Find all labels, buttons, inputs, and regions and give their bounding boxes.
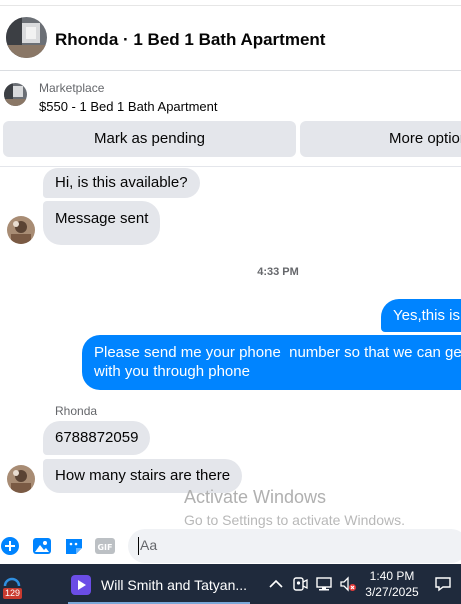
message-input[interactable]: Aa (128, 529, 461, 563)
header-divider (0, 166, 461, 167)
listing-price-title: $550 - 1 Bed 1 Bath Apartment (39, 99, 218, 114)
message-composer: GIF Aa (0, 528, 461, 564)
notification-icon[interactable] (434, 575, 452, 593)
listing-source: Marketplace (39, 81, 105, 95)
conversation-header: Rhonda · 1 Bed 1 Bath Apartment (0, 7, 461, 71)
text-caret (138, 537, 139, 555)
chevron-up-icon[interactable] (267, 575, 285, 593)
listing-thumbnail (4, 83, 27, 106)
incoming-message[interactable]: Hi, is this available? (43, 168, 200, 198)
listing-summary[interactable]: Marketplace $550 - 1 Bed 1 Bath Apartmen… (0, 72, 461, 120)
outgoing-message[interactable]: Yes,this is still available (381, 299, 461, 332)
activate-windows-watermark: Activate Windows (184, 487, 327, 507)
sender-name: Rhonda (55, 404, 98, 418)
sticker-icon[interactable] (64, 536, 84, 556)
svg-text:GIF: GIF (97, 543, 112, 552)
photo-icon[interactable] (32, 536, 52, 556)
incoming-message[interactable]: Message sent (43, 201, 161, 245)
activate-windows-hint: Go to Settings to activate Windows. (184, 512, 405, 528)
video-app-icon (71, 575, 91, 595)
message-input-placeholder: Aa (140, 537, 158, 553)
meet-now-icon[interactable] (291, 575, 309, 593)
network-icon[interactable] (315, 575, 333, 593)
message-timestamp: 4:33 PM (257, 266, 299, 278)
window-top-edge (0, 0, 461, 6)
taskbar-app-label: Will Smith and Tatyan... (101, 577, 248, 593)
sender-avatar[interactable] (7, 465, 35, 493)
mark-as-pending-button[interactable]: Mark as pending (3, 121, 296, 157)
plus-circle-icon[interactable] (0, 536, 20, 556)
clock-date: 3/27/2025 (365, 585, 419, 599)
sender-avatar[interactable] (7, 216, 35, 244)
taskbar-app-button[interactable]: Will Smith and Tatyan... (68, 570, 250, 600)
windows-taskbar: 129 Will Smith and Tatyan... 1:40 PM 3/2… (0, 564, 461, 604)
contact-avatar[interactable] (6, 17, 47, 58)
conversation-title: Rhonda · 1 Bed 1 Bath Apartment (55, 30, 326, 49)
clock-time: 1:40 PM (369, 569, 415, 583)
more-options-button[interactable]: More options (300, 121, 461, 157)
incoming-message[interactable]: 6788872059 (43, 421, 151, 455)
notification-count-badge: 129 (3, 588, 23, 599)
gif-icon[interactable]: GIF (95, 536, 115, 556)
volume-muted-icon[interactable] (339, 575, 357, 593)
taskbar-clock[interactable]: 1:40 PM 3/27/2025 (358, 568, 426, 600)
outgoing-message[interactable]: Please send me your phone number so that… (82, 335, 461, 390)
